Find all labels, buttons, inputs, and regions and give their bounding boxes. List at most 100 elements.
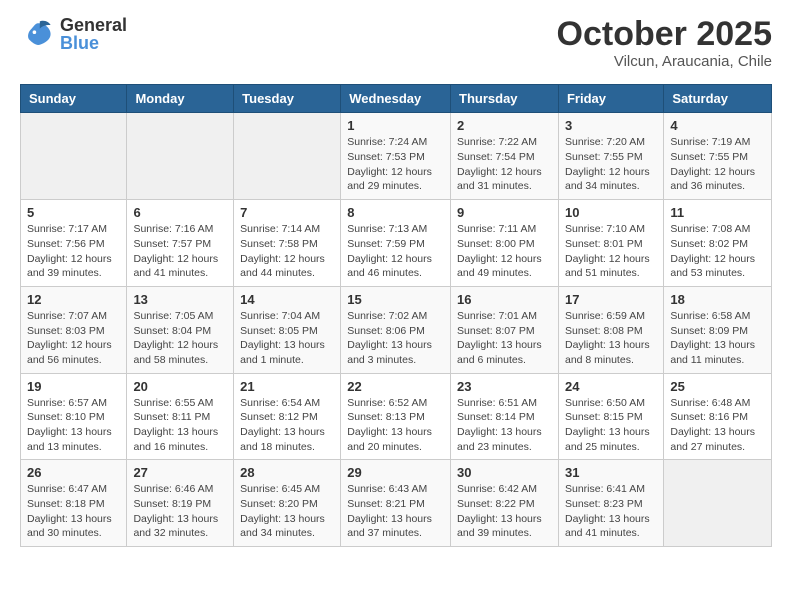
calendar-week-1: 1 Sunrise: 7:24 AM Sunset: 7:53 PM Daylig… <box>21 113 772 200</box>
day-info: Sunrise: 7:16 AM Sunset: 7:57 PM Dayligh… <box>133 222 227 281</box>
day-info: Sunrise: 6:54 AM Sunset: 8:12 PM Dayligh… <box>240 396 334 455</box>
day-info: Sunrise: 7:22 AM Sunset: 7:54 PM Dayligh… <box>457 135 552 194</box>
col-sunday: Sunday <box>21 85 127 113</box>
header: General Blue October 2025 Vilcun, Arauca… <box>20 16 772 70</box>
day-number: 30 <box>457 465 552 480</box>
day-number: 3 <box>565 118 657 133</box>
calendar-cell: 6 Sunrise: 7:16 AM Sunset: 7:57 PM Daylig… <box>127 200 234 287</box>
day-number: 6 <box>133 205 227 220</box>
calendar-cell <box>127 113 234 200</box>
calendar-cell: 2 Sunrise: 7:22 AM Sunset: 7:54 PM Daylig… <box>451 113 559 200</box>
calendar-cell: 28 Sunrise: 6:45 AM Sunset: 8:20 PM Dayli… <box>234 460 341 547</box>
subtitle: Vilcun, Araucania, Chile <box>557 53 772 70</box>
day-info: Sunrise: 6:46 AM Sunset: 8:19 PM Dayligh… <box>133 482 227 541</box>
day-number: 25 <box>670 379 765 394</box>
calendar-cell: 16 Sunrise: 7:01 AM Sunset: 8:07 PM Dayli… <box>451 286 559 373</box>
day-info: Sunrise: 6:58 AM Sunset: 8:09 PM Dayligh… <box>670 309 765 368</box>
day-number: 9 <box>457 205 552 220</box>
page: General Blue October 2025 Vilcun, Arauca… <box>0 0 792 563</box>
day-number: 29 <box>347 465 444 480</box>
col-friday: Friday <box>558 85 663 113</box>
day-number: 12 <box>27 292 120 307</box>
day-info: Sunrise: 6:51 AM Sunset: 8:14 PM Dayligh… <box>457 396 552 455</box>
day-number: 2 <box>457 118 552 133</box>
day-number: 26 <box>27 465 120 480</box>
day-number: 24 <box>565 379 657 394</box>
day-info: Sunrise: 7:10 AM Sunset: 8:01 PM Dayligh… <box>565 222 657 281</box>
calendar-cell: 7Sunrise: 7:14 AM Sunset: 7:58 PM Daylig… <box>234 200 341 287</box>
title-block: October 2025 Vilcun, Araucania, Chile <box>557 16 772 70</box>
day-number: 20 <box>133 379 227 394</box>
day-info: Sunrise: 6:45 AM Sunset: 8:20 PM Dayligh… <box>240 482 334 541</box>
day-info: Sunrise: 6:43 AM Sunset: 8:21 PM Dayligh… <box>347 482 444 541</box>
day-info: Sunrise: 6:42 AM Sunset: 8:22 PM Dayligh… <box>457 482 552 541</box>
day-info: Sunrise: 7:24 AM Sunset: 7:53 PM Dayligh… <box>347 135 444 194</box>
day-info: Sunrise: 7:01 AM Sunset: 8:07 PM Dayligh… <box>457 309 552 368</box>
day-info: Sunrise: 7:19 AM Sunset: 7:55 PM Dayligh… <box>670 135 765 194</box>
day-info: Sunrise: 7:07 AM Sunset: 8:03 PM Dayligh… <box>27 309 120 368</box>
day-number: 23 <box>457 379 552 394</box>
calendar-week-5: 26Sunrise: 6:47 AM Sunset: 8:18 PM Dayli… <box>21 460 772 547</box>
day-info: Sunrise: 6:55 AM Sunset: 8:11 PM Dayligh… <box>133 396 227 455</box>
calendar-cell: 23 Sunrise: 6:51 AM Sunset: 8:14 PM Dayli… <box>451 373 559 460</box>
calendar-cell: 25 Sunrise: 6:48 AM Sunset: 8:16 PM Dayli… <box>664 373 772 460</box>
day-number: 8 <box>347 205 444 220</box>
day-number: 18 <box>670 292 765 307</box>
day-info: Sunrise: 6:52 AM Sunset: 8:13 PM Dayligh… <box>347 396 444 455</box>
calendar-cell: 4 Sunrise: 7:19 AM Sunset: 7:55 PM Daylig… <box>664 113 772 200</box>
month-title: October 2025 <box>557 16 772 53</box>
day-number: 17 <box>565 292 657 307</box>
col-monday: Monday <box>127 85 234 113</box>
logo-text: General Blue <box>60 16 127 52</box>
day-number: 27 <box>133 465 227 480</box>
calendar-cell: 22Sunrise: 6:52 AM Sunset: 8:13 PM Dayli… <box>341 373 451 460</box>
col-wednesday: Wednesday <box>341 85 451 113</box>
calendar-cell: 5 Sunrise: 7:17 AM Sunset: 7:56 PM Daylig… <box>21 200 127 287</box>
day-number: 15 <box>347 292 444 307</box>
calendar-cell <box>234 113 341 200</box>
calendar-cell: 11Sunrise: 7:08 AM Sunset: 8:02 PM Dayli… <box>664 200 772 287</box>
calendar-cell: 30 Sunrise: 6:42 AM Sunset: 8:22 PM Dayli… <box>451 460 559 547</box>
day-info: Sunrise: 7:17 AM Sunset: 7:56 PM Dayligh… <box>27 222 120 281</box>
col-saturday: Saturday <box>664 85 772 113</box>
day-info: Sunrise: 7:20 AM Sunset: 7:55 PM Dayligh… <box>565 135 657 194</box>
day-info: Sunrise: 7:11 AM Sunset: 8:00 PM Dayligh… <box>457 222 552 281</box>
day-info: Sunrise: 7:04 AM Sunset: 8:05 PM Dayligh… <box>240 309 334 368</box>
day-number: 10 <box>565 205 657 220</box>
calendar-cell: 1 Sunrise: 7:24 AM Sunset: 7:53 PM Daylig… <box>341 113 451 200</box>
day-number: 7 <box>240 205 334 220</box>
day-number: 1 <box>347 118 444 133</box>
day-number: 5 <box>27 205 120 220</box>
calendar-cell: 15 Sunrise: 7:02 AM Sunset: 8:06 PM Dayli… <box>341 286 451 373</box>
calendar-cell: 19 Sunrise: 6:57 AM Sunset: 8:10 PM Dayli… <box>21 373 127 460</box>
day-info: Sunrise: 6:48 AM Sunset: 8:16 PM Dayligh… <box>670 396 765 455</box>
day-info: Sunrise: 6:59 AM Sunset: 8:08 PM Dayligh… <box>565 309 657 368</box>
day-number: 31 <box>565 465 657 480</box>
calendar-week-2: 5 Sunrise: 7:17 AM Sunset: 7:56 PM Daylig… <box>21 200 772 287</box>
calendar-cell: 3 Sunrise: 7:20 AM Sunset: 7:55 PM Daylig… <box>558 113 663 200</box>
calendar-header: Sunday Monday Tuesday Wednesday Thursday… <box>21 85 772 113</box>
calendar-cell: 26Sunrise: 6:47 AM Sunset: 8:18 PM Dayli… <box>21 460 127 547</box>
calendar-cell: 12 Sunrise: 7:07 AM Sunset: 8:03 PM Dayli… <box>21 286 127 373</box>
calendar-cell: 18 Sunrise: 6:58 AM Sunset: 8:09 PM Dayli… <box>664 286 772 373</box>
calendar-cell: 17 Sunrise: 6:59 AM Sunset: 8:08 PM Dayli… <box>558 286 663 373</box>
calendar-cell: 29 Sunrise: 6:43 AM Sunset: 8:21 PM Dayli… <box>341 460 451 547</box>
day-info: Sunrise: 6:57 AM Sunset: 8:10 PM Dayligh… <box>27 396 120 455</box>
calendar-cell: 27 Sunrise: 6:46 AM Sunset: 8:19 PM Dayli… <box>127 460 234 547</box>
day-info: Sunrise: 7:08 AM Sunset: 8:02 PM Dayligh… <box>670 222 765 281</box>
day-number: 19 <box>27 379 120 394</box>
calendar-cell: 31Sunrise: 6:41 AM Sunset: 8:23 PM Dayli… <box>558 460 663 547</box>
day-number: 16 <box>457 292 552 307</box>
day-number: 4 <box>670 118 765 133</box>
day-number: 28 <box>240 465 334 480</box>
day-number: 13 <box>133 292 227 307</box>
calendar-body: 1 Sunrise: 7:24 AM Sunset: 7:53 PM Daylig… <box>21 113 772 547</box>
day-info: Sunrise: 7:05 AM Sunset: 8:04 PM Dayligh… <box>133 309 227 368</box>
day-info: Sunrise: 7:02 AM Sunset: 8:06 PM Dayligh… <box>347 309 444 368</box>
calendar-cell: 20 Sunrise: 6:55 AM Sunset: 8:11 PM Dayli… <box>127 373 234 460</box>
calendar-week-3: 12 Sunrise: 7:07 AM Sunset: 8:03 PM Dayli… <box>21 286 772 373</box>
day-number: 21 <box>240 379 334 394</box>
col-tuesday: Tuesday <box>234 85 341 113</box>
day-info: Sunrise: 7:13 AM Sunset: 7:59 PM Dayligh… <box>347 222 444 281</box>
logo-icon <box>20 16 56 52</box>
